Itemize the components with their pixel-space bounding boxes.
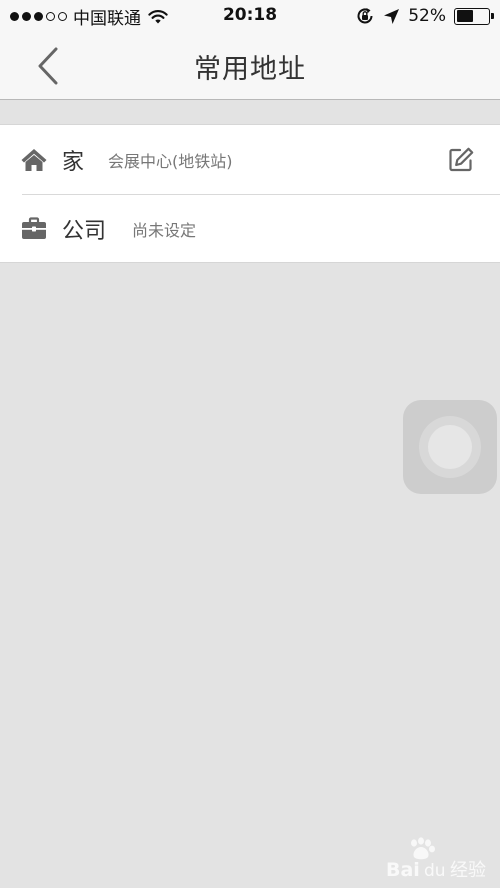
battery-percent: 52% xyxy=(408,6,446,26)
battery-fill xyxy=(456,10,473,22)
svg-text:Bai: Bai xyxy=(386,859,420,880)
svg-text:经验: 经验 xyxy=(450,860,486,880)
status-right: 52% xyxy=(355,5,494,27)
status-bar: 中国联通 20:18 52% xyxy=(0,0,500,32)
navigation-bar: 常用地址 xyxy=(0,32,500,100)
assistive-touch-ring xyxy=(419,416,481,478)
address-value: 尚未设定 xyxy=(132,220,197,240)
page-title: 常用地址 xyxy=(194,54,306,85)
svg-text:du: du xyxy=(424,861,446,880)
battery-icon xyxy=(454,7,494,25)
edit-icon xyxy=(449,147,474,171)
rotation-lock-icon xyxy=(357,8,373,24)
address-label: 公司 xyxy=(62,218,107,244)
location-arrow-icon xyxy=(384,8,400,24)
assistive-touch-core xyxy=(428,425,472,469)
address-row-work[interactable]: 公司 尚未设定 xyxy=(0,194,500,263)
baidu-jingyan-watermark: Bai du 经验 xyxy=(384,836,496,881)
address-row-home[interactable]: 家 会展中心(地铁站) xyxy=(0,125,500,194)
home-icon xyxy=(20,146,48,174)
edit-button[interactable] xyxy=(446,145,476,175)
assistive-touch-button[interactable] xyxy=(403,400,497,494)
briefcase-icon xyxy=(20,215,48,243)
address-label: 家 xyxy=(62,149,85,175)
address-list: 家 会展中心(地铁站) 公司 尚未设定 xyxy=(0,124,500,263)
address-value: 会展中心(地铁站) xyxy=(108,151,233,171)
